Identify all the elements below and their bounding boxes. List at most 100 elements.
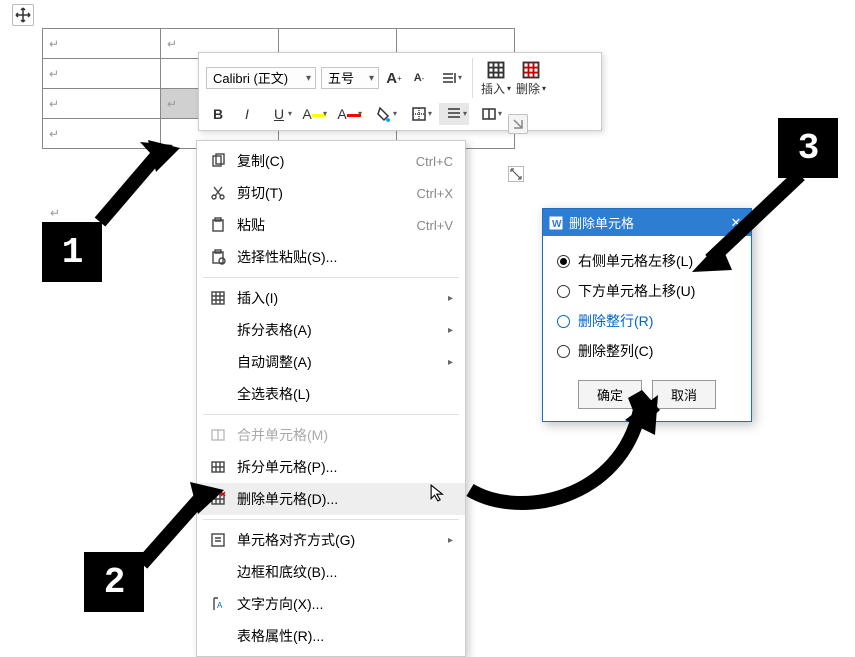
menu-label: 删除单元格(D)...: [237, 489, 453, 509]
step-label-2: 2: [84, 552, 144, 612]
para-mark-icon: ↵: [49, 67, 59, 81]
submenu-arrow-icon: ▸: [448, 325, 453, 336]
menu-borders[interactable]: 边框和底纹(B)...: [197, 556, 465, 588]
menu-label: 自动调整(A): [237, 352, 453, 372]
radio-shift-left[interactable]: 右侧单元格左移(L): [557, 246, 737, 276]
font-name-value: Calibri (正文): [213, 71, 288, 86]
table-cell[interactable]: ↵: [43, 59, 161, 89]
font-color-button[interactable]: A: [334, 103, 364, 125]
delete-cells-icon: [209, 490, 227, 508]
menu-split-cells[interactable]: 拆分单元格(P)...: [197, 451, 465, 483]
blank-icon: [209, 353, 227, 371]
menu-separator: [203, 277, 459, 278]
table-cell[interactable]: ↵: [43, 29, 161, 59]
menu-merge-cells: 合并单元格(M): [197, 419, 465, 451]
font-size-value: 五号: [328, 71, 354, 86]
menu-label: 合并单元格(M): [237, 425, 453, 445]
borders-button[interactable]: [404, 103, 434, 125]
cell-align-icon: [209, 531, 227, 549]
bold-button[interactable]: B: [206, 103, 230, 125]
menu-label: 拆分表格(A): [237, 320, 453, 340]
copy-icon: [209, 152, 227, 170]
menu-separator: [203, 414, 459, 415]
dialog-titlebar[interactable]: W 删除单元格 ✕: [543, 209, 751, 236]
menu-label: 文字方向(X)...: [237, 594, 453, 614]
font-name-dropdown[interactable]: Calibri (正文): [206, 67, 316, 89]
table-icon: [209, 289, 227, 307]
underline-button[interactable]: U: [264, 103, 294, 125]
menu-split-table[interactable]: 拆分表格(A) ▸: [197, 314, 465, 346]
shrink-font-button[interactable]: A-: [409, 67, 429, 89]
radio-label: 右侧单元格左移(L): [578, 251, 693, 271]
highlight-button[interactable]: A: [299, 103, 329, 125]
dialog-title: 删除单元格: [569, 213, 634, 232]
radio-label: 删除整行(R): [578, 311, 653, 331]
autofill-flyout-button[interactable]: [508, 114, 528, 134]
paste-icon: [209, 216, 227, 234]
blank-icon: [209, 563, 227, 581]
insert-group[interactable]: 插入▾: [481, 60, 511, 97]
merge-button[interactable]: [474, 103, 504, 125]
menu-separator: [203, 519, 459, 520]
cursor-icon: [430, 484, 448, 505]
submenu-arrow-icon: ▸: [448, 535, 453, 546]
menu-text-direction[interactable]: A 文字方向(X)...: [197, 588, 465, 620]
menu-cell-align[interactable]: 单元格对齐方式(G) ▸: [197, 524, 465, 556]
menu-paste-special[interactable]: 选择性粘贴(S)...: [197, 241, 465, 273]
ok-button[interactable]: 确定: [578, 380, 642, 409]
context-menu: 复制(C) Ctrl+C 剪切(T) Ctrl+X 粘贴 Ctrl+V 选择性粘…: [196, 140, 466, 657]
line-spacing-button[interactable]: [434, 67, 464, 89]
menu-autofit[interactable]: 自动调整(A) ▸: [197, 346, 465, 378]
delete-label: 删除: [516, 80, 540, 97]
radio-label: 删除整列(C): [578, 341, 653, 361]
step-label-1: 1: [42, 222, 102, 282]
table-cell[interactable]: ↵: [43, 89, 161, 119]
radio-shift-up[interactable]: 下方单元格上移(U): [557, 276, 737, 306]
align-button[interactable]: [439, 103, 469, 125]
table-cell[interactable]: ↵: [43, 119, 161, 149]
menu-delete-cells[interactable]: 删除单元格(D)...: [197, 483, 465, 515]
menu-select-table[interactable]: 全选表格(L): [197, 378, 465, 410]
menu-insert[interactable]: 插入(I) ▸: [197, 282, 465, 314]
button-label: 确定: [597, 388, 623, 403]
para-mark-icon: ↵: [49, 37, 59, 51]
menu-label: 复制(C): [237, 151, 406, 171]
svg-text:A: A: [217, 601, 223, 610]
font-size-dropdown[interactable]: 五号: [321, 67, 379, 89]
merge-cells-icon: [209, 426, 227, 444]
menu-label: 全选表格(L): [237, 384, 453, 404]
menu-shortcut: Ctrl+V: [417, 218, 453, 233]
blank-icon: [209, 627, 227, 645]
radio-icon: [557, 255, 570, 268]
menu-cut[interactable]: 剪切(T) Ctrl+X: [197, 177, 465, 209]
radio-delete-row[interactable]: 删除整行(R): [557, 306, 737, 336]
menu-shortcut: Ctrl+C: [416, 154, 453, 169]
close-button[interactable]: ✕: [727, 214, 745, 232]
menu-shortcut: Ctrl+X: [417, 186, 453, 201]
table-move-handle[interactable]: [12, 4, 34, 26]
menu-copy[interactable]: 复制(C) Ctrl+C: [197, 145, 465, 177]
svg-text:W: W: [552, 219, 562, 230]
split-cells-icon: [209, 458, 227, 476]
arrow-1: [90, 140, 190, 240]
step-label-3: 3: [778, 118, 838, 178]
dialog-body: 右侧单元格左移(L) 下方单元格上移(U) 删除整行(R) 删除整列(C): [543, 236, 751, 374]
menu-label: 插入(I): [237, 288, 453, 308]
cancel-button[interactable]: 取消: [652, 380, 716, 409]
menu-label: 选择性粘贴(S)...: [237, 247, 453, 267]
shading-button[interactable]: [369, 103, 399, 125]
para-mark-icon: ↵: [49, 127, 59, 141]
submenu-arrow-icon: ▸: [448, 357, 453, 368]
menu-paste[interactable]: 粘贴 Ctrl+V: [197, 209, 465, 241]
insert-label: 插入: [481, 80, 505, 97]
blank-icon: [209, 321, 227, 339]
grow-font-button[interactable]: A+: [384, 67, 404, 89]
italic-button[interactable]: I: [235, 103, 259, 125]
menu-label: 边框和底纹(B)...: [237, 562, 453, 582]
radio-delete-column[interactable]: 删除整列(C): [557, 336, 737, 366]
table-resize-handle[interactable]: [508, 166, 524, 182]
blank-icon: [209, 385, 227, 403]
button-label: 取消: [671, 388, 697, 403]
delete-group[interactable]: 删除▾: [516, 60, 546, 97]
menu-table-props[interactable]: 表格属性(R)...: [197, 620, 465, 652]
